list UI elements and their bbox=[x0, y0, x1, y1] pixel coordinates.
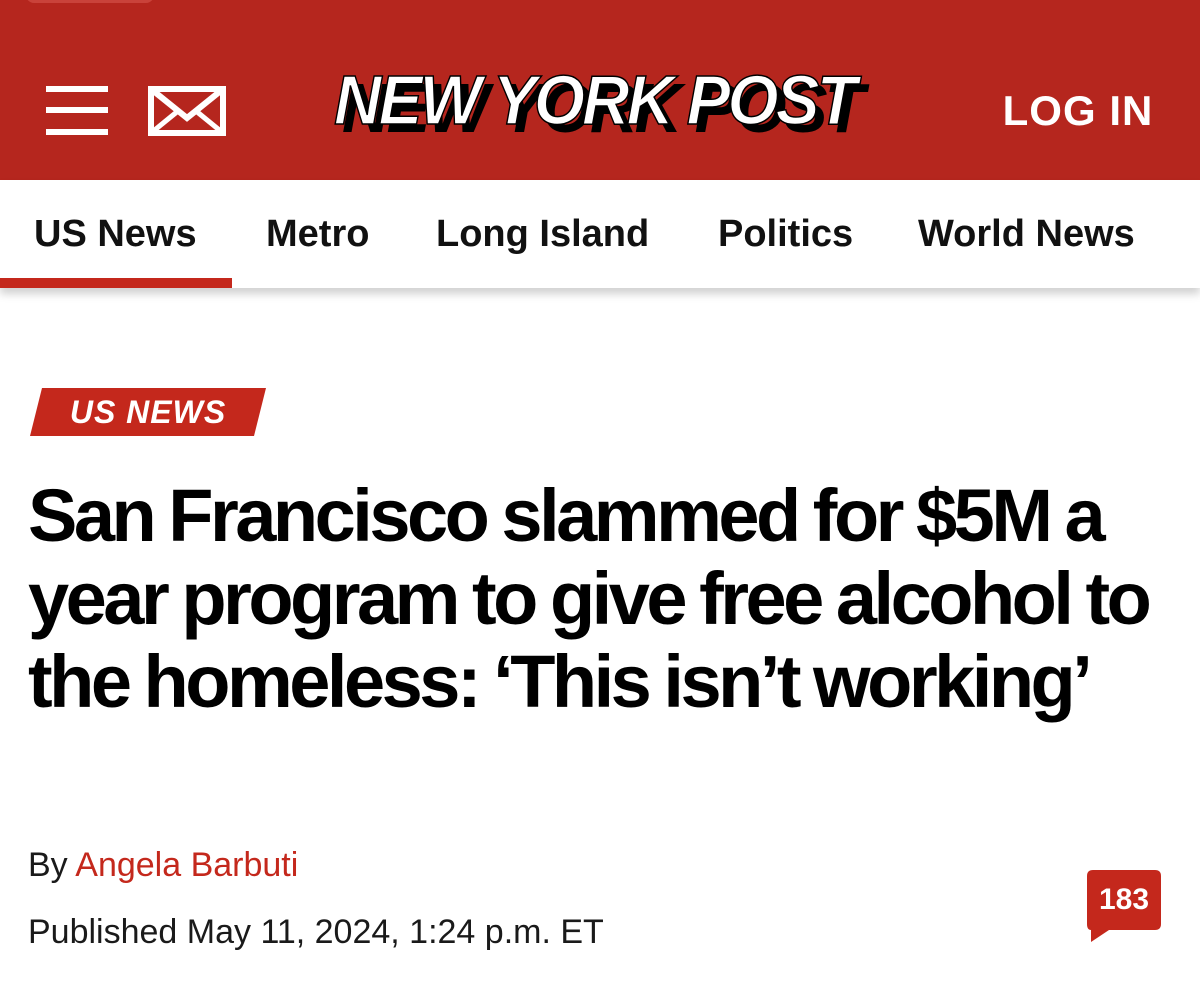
top-bar: NEW YORK POST NEW YORK POST LOG IN bbox=[0, 0, 1200, 180]
nav-item-politics[interactable]: Politics bbox=[718, 180, 853, 288]
svg-text:NEW YORK POST: NEW YORK POST bbox=[334, 62, 862, 139]
article-headline: San Francisco slammed for $5M a year pro… bbox=[28, 474, 1152, 723]
nav-item-us-news[interactable]: US News bbox=[34, 180, 197, 288]
section-nav: US News Metro Long Island Politics World… bbox=[0, 180, 1200, 288]
nav-item-world-news[interactable]: World News bbox=[918, 180, 1135, 288]
author-link[interactable]: Angela Barbuti bbox=[75, 846, 298, 884]
mail-icon[interactable] bbox=[148, 86, 226, 136]
login-button[interactable]: LOG IN bbox=[990, 84, 1166, 138]
comment-count: 183 bbox=[1098, 883, 1150, 916]
svg-text:US NEWS: US NEWS bbox=[70, 394, 226, 430]
status-bar-fragment bbox=[26, 0, 154, 3]
menu-icon[interactable] bbox=[46, 86, 108, 136]
byline-prefix: By bbox=[28, 846, 68, 884]
byline: By Angela Barbuti bbox=[28, 844, 298, 886]
nav-item-metro[interactable]: Metro bbox=[266, 180, 369, 288]
active-tab-indicator bbox=[0, 278, 232, 288]
comment-count-button[interactable]: 183 bbox=[1087, 870, 1161, 942]
nav-item-long-island[interactable]: Long Island bbox=[436, 180, 649, 288]
site-logo[interactable]: NEW YORK POST NEW YORK POST bbox=[328, 60, 888, 158]
published-date: Published May 11, 2024, 1:24 p.m. ET bbox=[28, 913, 604, 951]
section-tag[interactable]: US NEWS bbox=[30, 388, 266, 436]
